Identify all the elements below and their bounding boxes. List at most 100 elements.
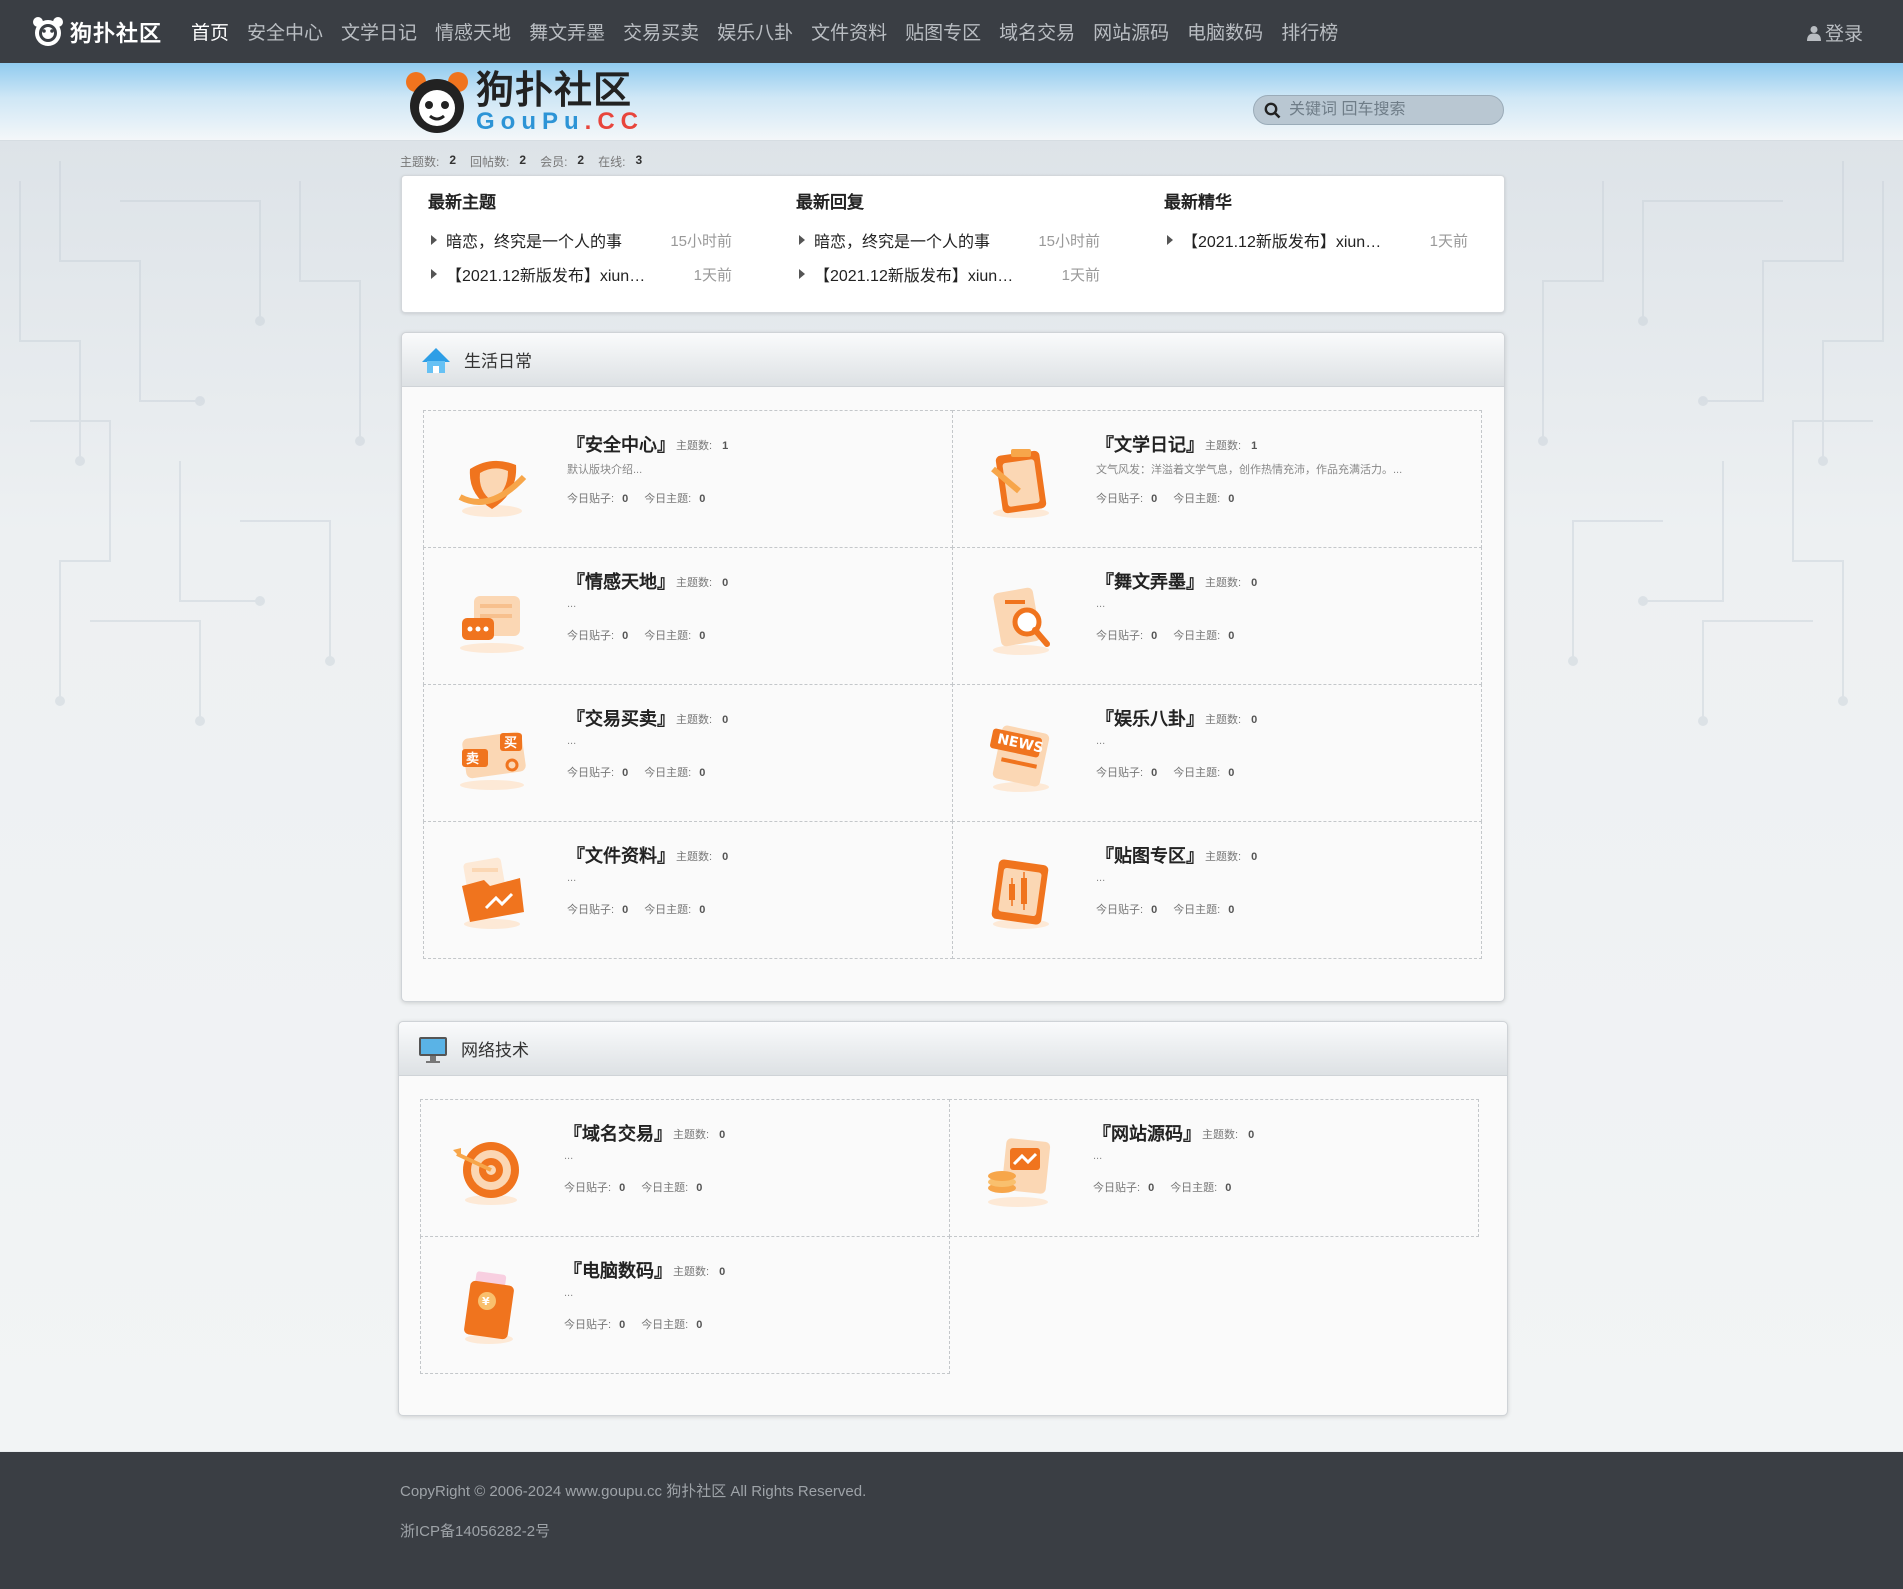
forum-card[interactable]: 『网站源码』 主题数: 0... 今日贴子: 0 今日主题: 0 xyxy=(949,1099,1479,1237)
stat-replies-value: 2 xyxy=(519,153,527,167)
forum-card[interactable]: 『文学日记』 主题数: 1 文气风发：洋溢着文学气息，创作热情充沛，作品充满活力。..… xyxy=(952,410,1482,548)
latest-item-time: 1天前 xyxy=(1429,232,1468,250)
search-box[interactable] xyxy=(1253,95,1504,125)
latest-column: 最新回复暗恋，终究是一个人的事 15小时前【2021.12新版发布】xiun… 1天… xyxy=(770,188,1100,291)
forum-topic-count: 主题数: 1 xyxy=(1205,440,1258,452)
forum-today-stats: 今日贴子: 0 今日主题: 0 xyxy=(1096,493,1235,505)
forum-grid: 『安全中心』 主题数: 1 默认版块介绍... 今日贴子: 0 今日主题: 0 『文学日记』 主题… xyxy=(423,410,1482,959)
footer-copyright: CopyRight © 2006-2024 www.goupu.cc 狗扑社区 … xyxy=(400,1483,867,1500)
chat-icon[interactable] xyxy=(450,576,534,660)
stat-members-label: 会员: xyxy=(540,155,568,169)
nav-item-11[interactable]: 电脑数码 xyxy=(1187,18,1263,45)
forum-today-stats: 今日贴子: 0 今日主题: 0 xyxy=(564,1319,703,1331)
logo-title: 狗扑社区 xyxy=(476,70,633,112)
forum-today-stats: 今日贴子: 0 今日主题: 0 xyxy=(567,904,706,916)
forum-card[interactable]: NEWS 『娱乐八卦』 主题数: 0... 今日贴子: 0 今日主题: 0 xyxy=(952,684,1482,822)
latest-item-title[interactable]: 【2021.12新版发布】xiun… xyxy=(446,262,652,286)
target-icon[interactable] xyxy=(447,1128,531,1212)
login-label: 登录 xyxy=(1824,24,1863,45)
latest-item[interactable]: 【2021.12新版发布】xiun… 1天前 xyxy=(1167,223,1468,257)
latest-item-time: 1天前 xyxy=(1061,266,1100,284)
nav-item-8[interactable]: 贴图专区 xyxy=(905,18,981,45)
nav-item-3[interactable]: 情感天地 xyxy=(435,18,511,45)
nav-item-12[interactable]: 排行榜 xyxy=(1281,18,1338,45)
search-icon xyxy=(1264,102,1281,118)
forum-card[interactable]: 『舞文弄墨』 主题数: 0... 今日贴子: 0 今日主题: 0 xyxy=(952,547,1482,685)
clipboard-icon[interactable] xyxy=(979,439,1063,523)
site-logo-small[interactable]: 狗扑社区 xyxy=(32,16,162,48)
forum-topic-count: 主题数: 0 xyxy=(676,577,729,589)
svg-text:买: 买 xyxy=(504,736,517,751)
forum-name[interactable]: 『文学日记』 xyxy=(1096,431,1204,457)
folder-icon[interactable] xyxy=(450,850,534,934)
forum-card[interactable]: 卖买『交易买卖』 主题数: 0... 今日贴子: 0 今日主题: 0 xyxy=(423,684,953,822)
forum-name[interactable]: 『域名交易』 xyxy=(564,1120,672,1146)
nav-item-0[interactable]: 首页 xyxy=(191,18,229,45)
circuit-decoration-right xyxy=(1538,161,1884,726)
stat-online-label: 在线: xyxy=(598,155,626,169)
magnifier-doc-icon[interactable] xyxy=(979,576,1063,660)
chart-board-icon[interactable] xyxy=(979,850,1063,934)
nav-item-10[interactable]: 网站源码 xyxy=(1093,18,1169,45)
forum-grid: 『域名交易』 主题数: 0... 今日贴子: 0 今日主题: 0 『网站源码』 主题数: 0...… xyxy=(420,1099,1479,1374)
footer-icp-link[interactable]: 浙ICP备14056282-2号 xyxy=(400,1520,550,1541)
latest-item[interactable]: 【2021.12新版发布】xiun… 1天前 xyxy=(799,257,1100,291)
search-input[interactable] xyxy=(1289,101,1489,119)
forum-today-stats: 今日贴子: 0 今日主题: 0 xyxy=(1096,767,1235,779)
section-title[interactable]: 生活日常 xyxy=(464,347,532,372)
site-stats: 主题数: 2 回帖数: 2 会员: 2 在线: 3 xyxy=(400,153,656,170)
red-envelope-icon[interactable]: ¥ xyxy=(447,1265,531,1349)
forum-name[interactable]: 『电脑数码』 xyxy=(564,1257,672,1283)
nav-item-6[interactable]: 娱乐八卦 xyxy=(717,18,793,45)
forum-card[interactable]: 『文件资料』 主题数: 0... 今日贴子: 0 今日主题: 0 xyxy=(423,821,953,959)
nav-item-5[interactable]: 交易买卖 xyxy=(623,18,699,45)
forum-name[interactable]: 『娱乐八卦』 xyxy=(1096,705,1204,731)
forum-description: ... xyxy=(567,598,577,610)
latest-item-title[interactable]: 暗恋，终究是一个人的事 xyxy=(814,228,1020,252)
forum-card[interactable]: 『安全中心』 主题数: 1 默认版块介绍... 今日贴子: 0 今日主题: 0 xyxy=(423,410,953,548)
forum-card[interactable]: 『域名交易』 主题数: 0... 今日贴子: 0 今日主题: 0 xyxy=(420,1099,950,1237)
forum-name[interactable]: 『文件资料』 xyxy=(567,842,675,868)
forum-card[interactable]: 『贴图专区』 主题数: 0... 今日贴子: 0 今日主题: 0 xyxy=(952,821,1482,959)
nav-item-2[interactable]: 文学日记 xyxy=(341,18,417,45)
nav-item-4[interactable]: 舞文弄墨 xyxy=(529,18,605,45)
section-life-daily: 生活日常 『安全中心』 主题数: 1 默认版块介绍... 今日贴子: 0 今日主题: 0 『文学日… xyxy=(401,332,1505,1002)
forum-name[interactable]: 『交易买卖』 xyxy=(567,705,675,731)
latest-column-title: 最新回复 xyxy=(796,193,864,212)
svg-text:¥: ¥ xyxy=(482,1295,490,1308)
latest-item[interactable]: 【2021.12新版发布】xiun… 1天前 xyxy=(431,257,732,291)
latest-panel: 最新主题 暗恋，终究是一个人的事 15小时前 【2021.12新版发布】xiun… 1天… xyxy=(401,175,1505,313)
caret-right-icon xyxy=(799,235,805,245)
news-icon[interactable]: NEWS xyxy=(979,713,1063,797)
caret-right-icon xyxy=(799,269,805,279)
forum-description: ... xyxy=(1096,735,1106,747)
nav-item-1[interactable]: 安全中心 xyxy=(247,18,323,45)
section-header: 生活日常 xyxy=(402,333,1504,387)
forum-name[interactable]: 『情感天地』 xyxy=(567,568,675,594)
forum-description: ... xyxy=(564,1150,574,1162)
latest-item-title[interactable]: 暗恋，终究是一个人的事 xyxy=(446,228,652,252)
forum-topic-count: 主题数: 0 xyxy=(673,1129,726,1141)
forum-name[interactable]: 『网站源码』 xyxy=(1093,1120,1201,1146)
panda-logo-large-icon xyxy=(406,72,468,133)
shield-icon[interactable] xyxy=(450,439,534,523)
forum-today-stats: 今日贴子: 0 今日主题: 0 xyxy=(564,1182,703,1194)
circuit-decoration-left xyxy=(19,161,365,726)
forum-name[interactable]: 『舞文弄墨』 xyxy=(1096,568,1204,594)
forum-description: ... xyxy=(564,1287,574,1299)
nav-item-9[interactable]: 域名交易 xyxy=(999,18,1075,45)
forum-card[interactable]: 『情感天地』 主题数: 0... 今日贴子: 0 今日主题: 0 xyxy=(423,547,953,685)
forum-name[interactable]: 『安全中心』 xyxy=(567,431,675,457)
nav-item-7[interactable]: 文件资料 xyxy=(811,18,887,45)
latest-item[interactable]: 暗恋，终究是一个人的事 15小时前 xyxy=(799,223,1100,257)
forum-name[interactable]: 『贴图专区』 xyxy=(1096,842,1204,868)
trade-tag-icon[interactable]: 卖买 xyxy=(450,713,534,797)
login-link[interactable]: 登录 xyxy=(1806,19,1863,46)
section-title[interactable]: 网络技术 xyxy=(461,1036,529,1061)
forum-card[interactable]: ¥ 『电脑数码』 主题数: 0... 今日贴子: 0 今日主题: 0 xyxy=(420,1236,950,1374)
coins-report-icon[interactable] xyxy=(976,1128,1060,1212)
latest-item-title[interactable]: 【2021.12新版发布】xiun… xyxy=(1182,228,1388,252)
latest-item[interactable]: 暗恋，终究是一个人的事 15小时前 xyxy=(431,223,732,257)
site-logo-large[interactable]: 狗扑社区 GouPu.CC xyxy=(404,70,644,136)
latest-item-title[interactable]: 【2021.12新版发布】xiun… xyxy=(814,262,1020,286)
